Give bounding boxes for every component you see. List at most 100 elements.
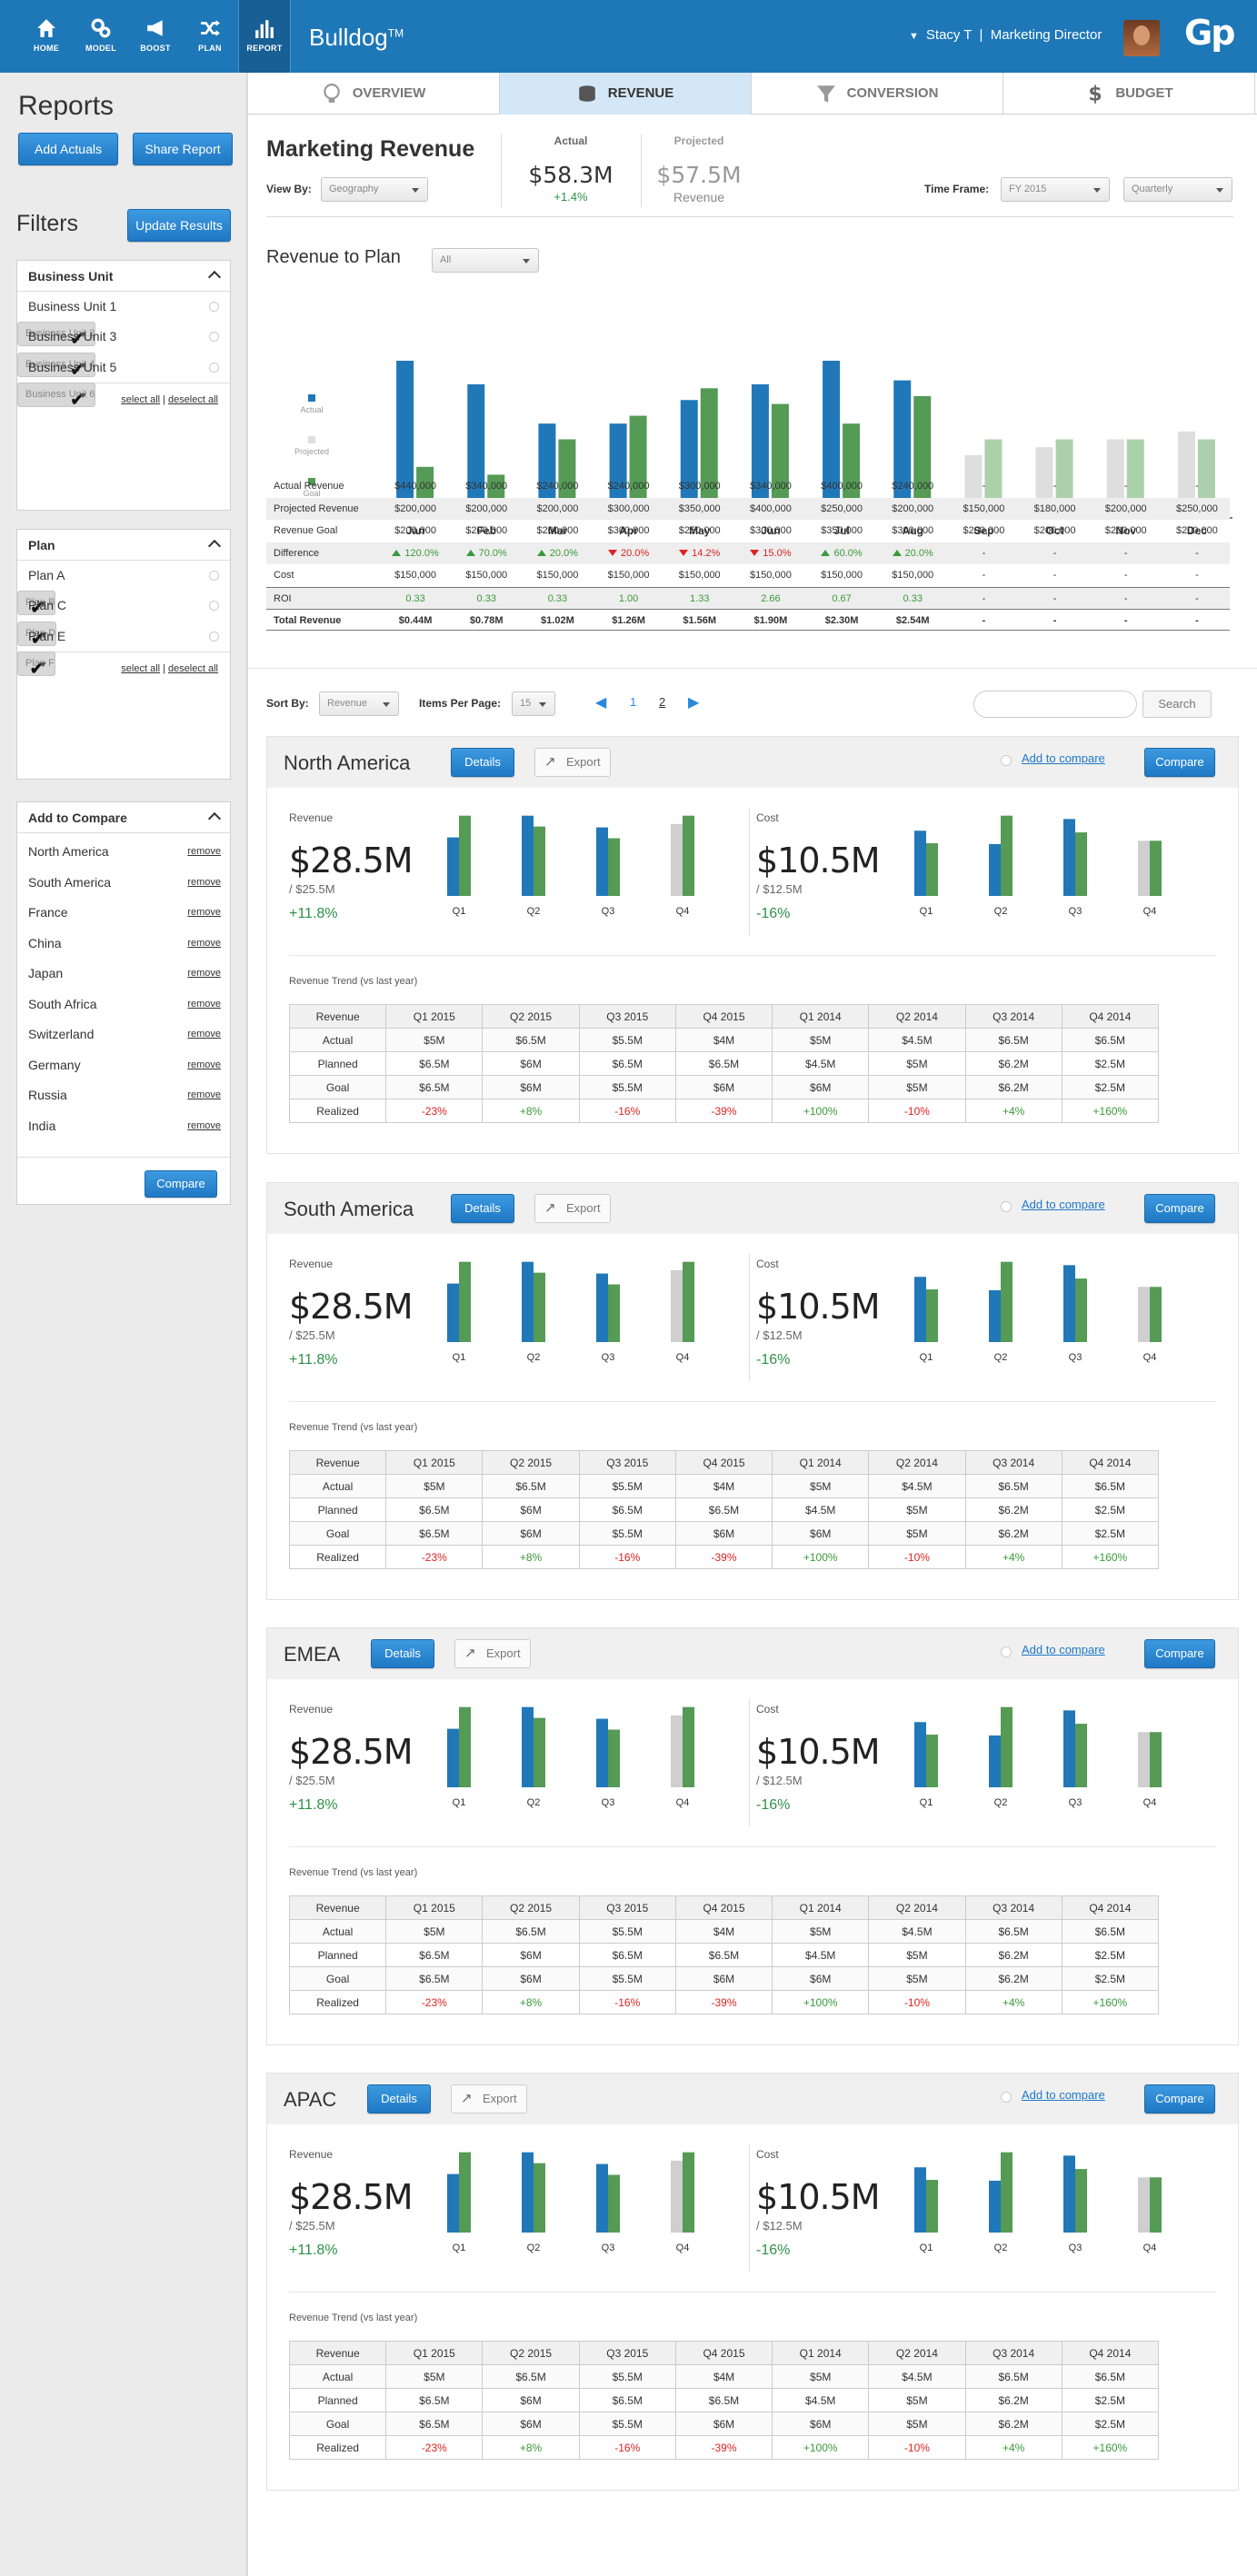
select-all-link[interactable]: select all	[121, 663, 160, 674]
column-header: Revenue	[288, 2341, 387, 2365]
deselect-all-link[interactable]: deselect all	[168, 663, 218, 674]
nav-plan-button[interactable]: PLAN	[184, 0, 236, 73]
tab-budget[interactable]: $ BUDGET	[1003, 73, 1255, 114]
table-cell: +100%	[772, 1545, 870, 1569]
revenue-target: / $25.5M	[289, 2219, 335, 2233]
compare-checkbox[interactable]	[1001, 2092, 1012, 2103]
compare-checkbox[interactable]	[1001, 1201, 1012, 1212]
select-all-link[interactable]: select all	[121, 394, 160, 405]
details-button[interactable]: Details	[367, 2084, 431, 2114]
compare-button[interactable]: Compare	[1144, 2084, 1215, 2114]
details-button[interactable]: Details	[371, 1639, 434, 1668]
sort-by-select[interactable]: Revenue	[319, 691, 399, 716]
export-button[interactable]: ↗ Export	[534, 1194, 611, 1223]
compare-button[interactable]: Compare	[1144, 748, 1215, 777]
bar-goal	[926, 843, 938, 896]
share-report-button[interactable]: Share Report	[133, 133, 233, 165]
trend-label: Revenue Trend (vs last year)	[289, 1422, 418, 1433]
column-header: Q2 2015	[482, 1004, 580, 1029]
add-to-compare-header[interactable]: Add to Compare	[17, 802, 230, 833]
plan-header[interactable]: Plan	[17, 530, 230, 561]
sidebar-compare-button[interactable]: Compare	[145, 1170, 217, 1198]
details-button[interactable]: Details	[451, 748, 514, 777]
page-link-1[interactable]: 1	[630, 695, 636, 709]
details-button[interactable]: Details	[451, 1194, 514, 1223]
table-cell: $6.5M	[385, 1521, 484, 1546]
next-page-icon[interactable]: ▶	[688, 693, 699, 711]
compare-button[interactable]: Compare	[1144, 1194, 1215, 1223]
table-cell: $4.5M	[772, 1497, 870, 1522]
export-button[interactable]: ↗ Export	[454, 1639, 531, 1668]
checkbox[interactable]	[209, 362, 219, 373]
compare-button[interactable]: Compare	[1144, 1639, 1215, 1668]
filter-option[interactable]: Business Unit 5	[17, 353, 230, 383]
arrow-up-icon	[465, 549, 475, 556]
add-to-compare-link[interactable]: Add to compare	[1022, 2088, 1105, 2102]
filter-option[interactable]: Business Unit 6 ✔	[17, 382, 96, 409]
remove-link[interactable]: remove	[187, 898, 221, 928]
page-link-2[interactable]: 2	[659, 695, 665, 709]
view-by-select[interactable]: Geography	[321, 177, 428, 202]
remove-link[interactable]: remove	[187, 990, 221, 1019]
nav-label: HOME	[33, 44, 60, 53]
tab-revenue[interactable]: REVENUE	[500, 73, 752, 114]
checkbox[interactable]	[209, 302, 219, 312]
prev-page-icon[interactable]: ◀	[595, 693, 606, 711]
cell-value: $200,000	[1104, 525, 1147, 536]
remove-link[interactable]: remove	[187, 929, 221, 959]
compare-item-label: Switzerland	[28, 1027, 95, 1041]
filter-option[interactable]: Plan C	[17, 591, 230, 621]
cell-value: -	[982, 547, 986, 559]
period-select[interactable]: Quarterly	[1123, 177, 1232, 202]
remove-link[interactable]: remove	[187, 959, 221, 989]
compare-checkbox[interactable]	[1001, 755, 1012, 766]
chart-filter-select[interactable]: All	[432, 248, 539, 273]
nav-home-button[interactable]: HOME	[20, 0, 73, 73]
checkbox[interactable]	[209, 571, 219, 581]
filter-option[interactable]: Plan E	[17, 622, 230, 651]
add-to-compare-link[interactable]: Add to compare	[1022, 1198, 1105, 1211]
tab-overview[interactable]: OVERVIEW	[248, 73, 500, 114]
update-results-button[interactable]: Update Results	[127, 209, 231, 242]
nav-model-button[interactable]: MODEL	[75, 0, 127, 73]
export-button[interactable]: ↗ Export	[451, 2084, 527, 2114]
filter-option[interactable]: Plan F ✔	[17, 651, 55, 678]
column-header: Q3 2015	[578, 1004, 676, 1029]
nav-boost-button[interactable]: BOOST	[129, 0, 182, 73]
cost-value: $10.5M	[756, 840, 881, 880]
cell-value: $1.26M	[612, 615, 645, 626]
table-row: Planned $6.5M $6M $6.5M $6.5M $4.5M $5M $6.2M $2…	[288, 2388, 1160, 2412]
cell-value: $150,000	[749, 570, 792, 581]
business-unit-header[interactable]: Business Unit	[17, 261, 230, 292]
compare-checkbox[interactable]	[1001, 1646, 1012, 1657]
remove-link[interactable]: remove	[187, 1080, 221, 1110]
add-actuals-button[interactable]: Add Actuals	[18, 133, 118, 165]
add-to-compare-link[interactable]: Add to compare	[1022, 1643, 1105, 1656]
remove-link[interactable]: remove	[187, 1050, 221, 1080]
search-button[interactable]: Search	[1142, 691, 1212, 718]
search-input[interactable]	[973, 691, 1137, 718]
nav-report-button[interactable]: REPORT	[238, 0, 291, 73]
checkmark-icon[interactable]: ✔	[30, 658, 44, 681]
add-to-compare-link[interactable]: Add to compare	[1022, 751, 1105, 765]
checkmark-icon[interactable]: ✔	[70, 389, 84, 412]
checkbox[interactable]	[209, 631, 219, 642]
checkbox[interactable]	[209, 601, 219, 612]
export-button[interactable]: ↗ Export	[534, 748, 611, 777]
deselect-all-link[interactable]: deselect all	[168, 394, 218, 405]
filter-option[interactable]: Business Unit 3	[17, 322, 230, 352]
tab-conversion[interactable]: CONVERSION	[752, 73, 1003, 114]
filter-option[interactable]: Plan A	[17, 561, 230, 591]
remove-link[interactable]: remove	[187, 868, 221, 898]
remove-link[interactable]: remove	[187, 1019, 221, 1049]
avatar[interactable]	[1123, 20, 1160, 56]
checkbox[interactable]	[209, 332, 219, 343]
time-frame-select[interactable]: FY 2015	[1001, 177, 1110, 202]
remove-link[interactable]: remove	[187, 1111, 221, 1141]
filter-option[interactable]: Business Unit 1	[17, 292, 230, 322]
bar-actual	[596, 827, 608, 896]
items-per-page-select[interactable]: 15	[512, 691, 555, 716]
table-cell: $2.5M	[1061, 2412, 1160, 2436]
user-menu[interactable]: ▼ Stacy T | Marketing Director	[909, 27, 1102, 43]
remove-link[interactable]: remove	[187, 837, 221, 867]
